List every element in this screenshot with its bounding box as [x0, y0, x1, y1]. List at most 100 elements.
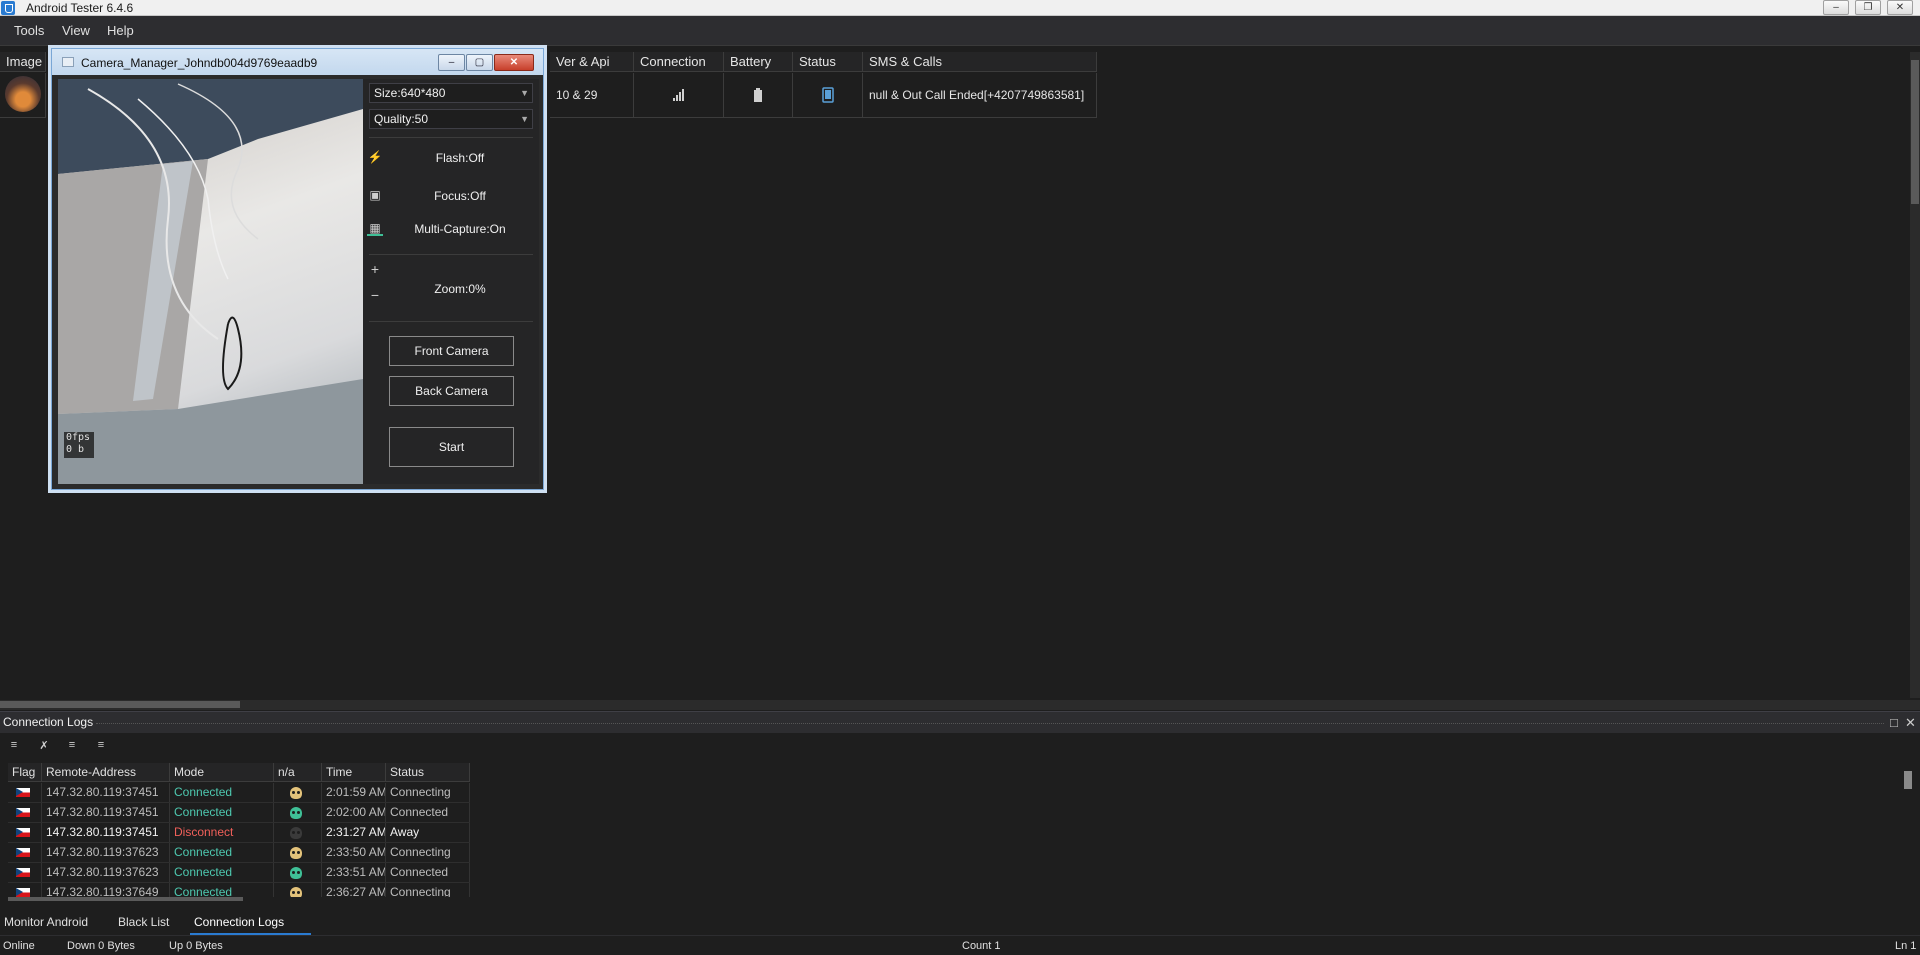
- flag-cell: [8, 863, 42, 882]
- chevron-down-icon: ▼: [520, 88, 529, 98]
- column-header-battery[interactable]: Battery: [724, 52, 793, 72]
- zoom-in-icon[interactable]: +: [367, 261, 383, 277]
- table-row[interactable]: 147.32.80.119:37451 Disconnect 2:31:27 AM A…: [8, 823, 470, 843]
- flash-icon[interactable]: ⚡: [367, 149, 383, 165]
- column-header-sms-calls[interactable]: SMS & Calls: [863, 52, 1097, 72]
- flag-cell: [8, 823, 42, 842]
- skull-icon: [290, 827, 302, 839]
- quality-dropdown[interactable]: Quality:50 ▼: [369, 109, 533, 129]
- table-row[interactable]: 147.32.80.119:37623 Connected 2:33:50 AM Co…: [8, 843, 470, 863]
- column-header-na[interactable]: n/a: [274, 763, 322, 782]
- table-row[interactable]: 147.32.80.119:37451 Connected 2:01:59 AM Co…: [8, 783, 470, 803]
- start-button[interactable]: Start: [389, 427, 514, 467]
- remote-address-cell: 147.32.80.119:37623: [42, 863, 170, 882]
- close-icon[interactable]: ✕: [1905, 715, 1916, 731]
- cell-connection[interactable]: [634, 73, 724, 118]
- skull-icon: [290, 887, 302, 897]
- maximize-icon[interactable]: □: [1890, 715, 1898, 730]
- zoom-out-icon[interactable]: −: [367, 287, 383, 303]
- scroll-thumb[interactable]: [1911, 60, 1919, 204]
- czech-flag-icon: [16, 848, 30, 857]
- czech-flag-icon: [16, 888, 30, 897]
- cell-ver-api[interactable]: 10 & 29: [550, 73, 634, 118]
- table-row[interactable]: 147.32.80.119:37451 Connected 2:02:00 AM Co…: [8, 803, 470, 823]
- column-header-flag[interactable]: Flag: [8, 763, 42, 782]
- panel-titlebar: Connection Logs □ ✕: [0, 711, 1920, 733]
- status-cell: Connecting: [386, 883, 470, 897]
- gallery-icon[interactable]: ▦: [367, 220, 383, 236]
- size-dropdown[interactable]: Size:640*480 ▼: [369, 83, 533, 103]
- menu-tools[interactable]: Tools: [14, 23, 44, 38]
- focus-icon[interactable]: ▣: [367, 187, 383, 203]
- skull-icon: [290, 847, 302, 859]
- status-bar: Online Down 0 Bytes Up 0 Bytes Count 1 L…: [0, 935, 1920, 955]
- main-vertical-scrollbar[interactable]: [1910, 52, 1920, 698]
- column-header-status[interactable]: Status: [793, 52, 863, 72]
- maximize-icon[interactable]: ▢: [466, 54, 493, 71]
- main-horizontal-scrollbar[interactable]: [0, 700, 1920, 710]
- column-header-image[interactable]: Image: [0, 52, 46, 72]
- czech-flag-icon: [16, 808, 30, 817]
- column-header-connection[interactable]: Connection: [634, 52, 724, 72]
- fps-overlay: 0fps 0 b: [64, 432, 94, 458]
- remote-address-cell: 147.32.80.119:37649: [42, 883, 170, 897]
- scroll-thumb[interactable]: [0, 701, 240, 708]
- status-online: Online: [3, 940, 35, 952]
- sort-icon[interactable]: ≡: [6, 739, 22, 753]
- na-cell: [274, 823, 322, 842]
- front-camera-button[interactable]: Front Camera: [389, 336, 514, 366]
- flag-cell: [8, 783, 42, 802]
- clear-all-icon[interactable]: ≡: [64, 739, 80, 753]
- back-camera-button[interactable]: Back Camera: [389, 376, 514, 406]
- remote-address-cell: 147.32.80.119:37623: [42, 843, 170, 862]
- log-vertical-scrollbar[interactable]: [1903, 763, 1913, 893]
- minimize-icon[interactable]: –: [1823, 0, 1849, 15]
- app-shield-icon: [1, 1, 15, 15]
- filter-icon[interactable]: ≡: [93, 739, 109, 753]
- status-count: Count 1: [962, 940, 1001, 952]
- tab-black-list[interactable]: Black List: [118, 915, 169, 929]
- log-horizontal-scrollbar[interactable]: [8, 897, 1908, 901]
- restore-icon[interactable]: ❐: [1855, 0, 1881, 15]
- focus-toggle[interactable]: Focus:Off: [387, 189, 533, 203]
- battery-icon: [754, 88, 762, 102]
- menu-view[interactable]: View: [62, 23, 90, 38]
- close-icon[interactable]: ✕: [1887, 0, 1913, 15]
- flag-cell: [8, 843, 42, 862]
- cell-sms-calls[interactable]: null & Out Call Ended[+4207749863581]: [863, 73, 1097, 118]
- mode-cell: Connected: [170, 783, 274, 802]
- flag-cell: [8, 803, 42, 822]
- na-cell: [274, 863, 322, 882]
- time-cell: 2:33:50 AM: [322, 843, 386, 862]
- phone-icon: [822, 87, 834, 103]
- multi-capture-toggle[interactable]: Multi-Capture:On: [387, 222, 533, 236]
- divider: [369, 321, 533, 322]
- table-row[interactable]: 147.32.80.119:37623 Connected 2:33:51 AM Co…: [8, 863, 470, 883]
- skull-icon: [290, 867, 302, 879]
- title-bar: Android Tester 6.4.6 – ❐ ✕: [0, 0, 1920, 16]
- column-header-ver-api[interactable]: Ver & Api: [550, 52, 634, 72]
- connection-logs-panel: Connection Logs □ ✕ ≡ ✗ ≡ ≡ Flag Remote-…: [0, 711, 1920, 901]
- column-header-time[interactable]: Time: [322, 763, 386, 782]
- menu-help[interactable]: Help: [107, 23, 134, 38]
- clear-selected-icon[interactable]: ✗: [36, 739, 52, 753]
- skull-icon: [290, 787, 302, 799]
- camera-window-titlebar[interactable]: Camera_Manager_Johndb004d9769eaadb9 – ▢ …: [52, 49, 543, 75]
- scroll-thumb[interactable]: [8, 897, 243, 901]
- minimize-icon[interactable]: –: [438, 54, 465, 71]
- tab-connection-logs[interactable]: Connection Logs: [194, 915, 284, 929]
- status-cell: Connecting: [386, 843, 470, 862]
- tab-monitor-android[interactable]: Monitor Android: [4, 915, 88, 929]
- panel-grip[interactable]: [96, 723, 1884, 725]
- close-icon[interactable]: ✕: [494, 54, 534, 71]
- cell-battery[interactable]: [724, 73, 793, 118]
- column-header-remote-address[interactable]: Remote-Address: [42, 763, 170, 782]
- flash-toggle[interactable]: Flash:Off: [387, 151, 533, 165]
- column-header-mode[interactable]: Mode: [170, 763, 274, 782]
- table-row[interactable]: 147.32.80.119:37649 Connected 2:36:27 AM Co…: [8, 883, 470, 897]
- cell-status[interactable]: [793, 73, 863, 118]
- camera-feed-image: [58, 79, 363, 484]
- mode-cell: Connected: [170, 883, 274, 897]
- column-header-status[interactable]: Status: [386, 763, 470, 782]
- scroll-thumb[interactable]: [1904, 771, 1912, 789]
